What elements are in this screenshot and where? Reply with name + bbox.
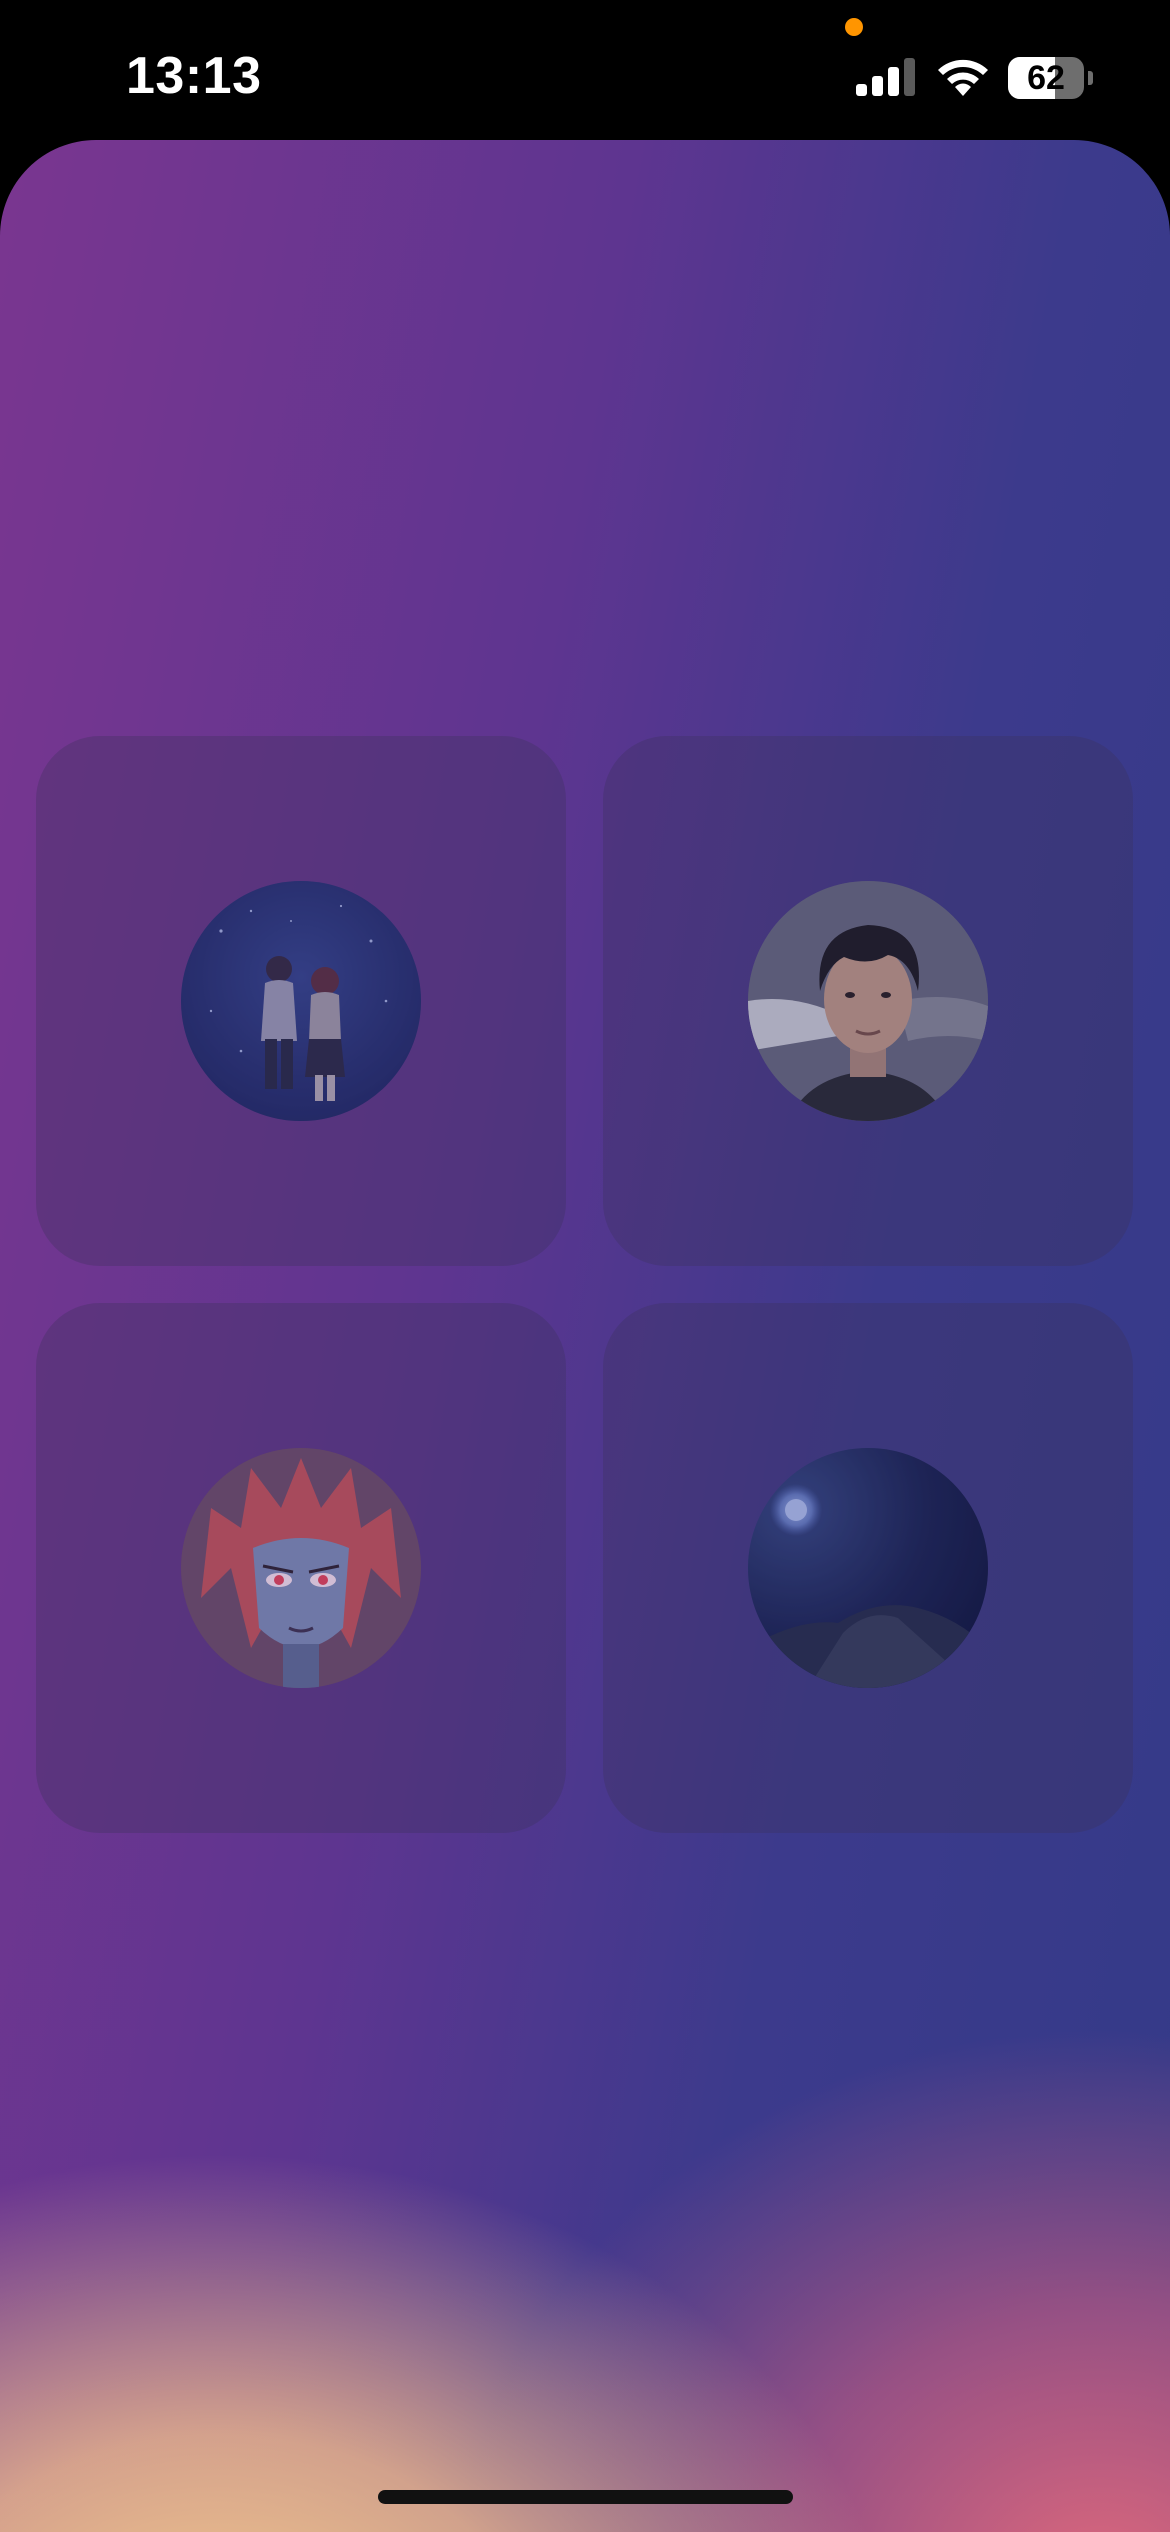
status-bar: 13:13 62	[0, 0, 1170, 140]
battery-icon: 62	[1008, 57, 1093, 99]
signal-bar	[856, 84, 867, 96]
cellular-signal-icon	[856, 58, 915, 96]
account-tile-4[interactable]	[603, 1303, 1133, 1833]
man-portrait-avatar-icon	[748, 881, 988, 1121]
account-picker-sheet	[0, 140, 1170, 2532]
wifi-icon	[938, 59, 988, 96]
battery-cap	[1088, 71, 1093, 85]
moon-night-landscape-avatar-icon	[748, 1448, 988, 1688]
anime-red-hair-character-avatar-icon	[181, 1448, 421, 1688]
signal-bar	[872, 76, 883, 96]
account-tile-3[interactable]	[36, 1303, 566, 1833]
privacy-indicator-dot	[845, 18, 863, 36]
anime-couple-starry-sky-avatar-icon	[181, 881, 421, 1121]
signal-bar	[888, 67, 899, 96]
account-tile-1[interactable]	[36, 736, 566, 1266]
home-indicator[interactable]	[378, 2490, 793, 2504]
battery-percent: 62	[1027, 59, 1065, 97]
signal-bar	[904, 58, 915, 96]
account-tile-2[interactable]	[603, 736, 1133, 1266]
status-time: 13:13	[126, 47, 262, 105]
battery-body: 62	[1008, 57, 1084, 99]
